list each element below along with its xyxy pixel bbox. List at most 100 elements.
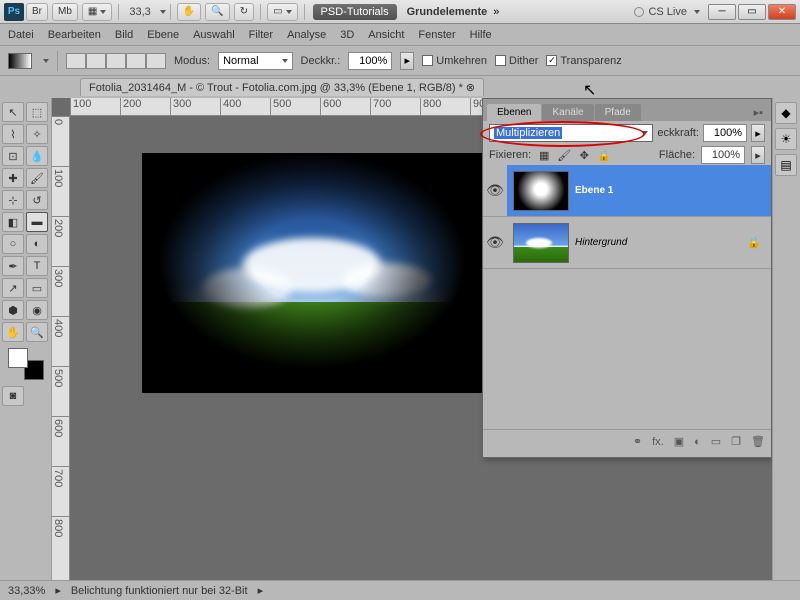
canvas-image[interactable] — [142, 153, 482, 393]
deckkraft-flyout[interactable]: ▸ — [751, 124, 765, 142]
blur-tool[interactable]: ○ — [2, 234, 24, 254]
3d-tool[interactable]: ⬢ — [2, 300, 24, 320]
zoom-tool-icon[interactable]: 🔍 — [205, 3, 229, 21]
gradient-preview[interactable] — [8, 53, 32, 69]
quickmask-button[interactable]: ◙ — [2, 386, 24, 406]
psd-tutorials-label[interactable]: PSD-Tutorials — [313, 4, 397, 20]
fx-icon[interactable]: fx. — [652, 436, 664, 448]
tab-ebenen[interactable]: Ebenen — [487, 104, 541, 121]
zoom-level[interactable]: 33,3 — [129, 6, 150, 18]
transparenz-checkbox[interactable]: ✓Transparenz — [546, 55, 621, 67]
move-tool[interactable]: ↖ — [2, 102, 24, 122]
new-layer-icon[interactable]: ❐ — [731, 435, 741, 448]
layer-thumbnail[interactable] — [513, 223, 569, 263]
menu-ansicht[interactable]: Ansicht — [368, 29, 404, 41]
layer-row[interactable]: 👁 Ebene 1 — [483, 165, 771, 217]
heal-tool[interactable]: ✚ — [2, 168, 24, 188]
brush-tool[interactable]: 🖌 — [26, 168, 48, 188]
dock-layers-icon[interactable]: ▤ — [775, 154, 797, 176]
eyedropper-tool[interactable]: 💧 — [26, 146, 48, 166]
mask-icon[interactable]: ▣ — [674, 435, 684, 448]
close-tab-icon[interactable]: ⊗ — [466, 82, 475, 94]
modus-dropdown[interactable]: Normal — [218, 52, 292, 70]
wand-tool[interactable]: ✧ — [26, 124, 48, 144]
layer-row[interactable]: 👁 Hintergrund 🔒 — [483, 217, 771, 269]
lasso-tool[interactable]: ⌇ — [2, 124, 24, 144]
flaeche-input[interactable]: 100% — [701, 146, 745, 164]
menu-auswahl[interactable]: Auswahl — [193, 29, 235, 41]
layer-name[interactable]: Hintergrund — [575, 237, 747, 248]
pen-tool[interactable]: ✒ — [2, 256, 24, 276]
menu-fenster[interactable]: Fenster — [418, 29, 455, 41]
menu-bild[interactable]: Bild — [115, 29, 133, 41]
tab-kanaele[interactable]: Kanäle — [542, 104, 593, 121]
history-brush-tool[interactable]: ↺ — [26, 190, 48, 210]
trash-icon[interactable]: 🗑 — [751, 435, 765, 448]
workspace-name[interactable]: Grundelemente — [407, 6, 488, 18]
cs-live[interactable]: CS Live — [634, 6, 700, 18]
adjustment-icon[interactable]: ◐ — [694, 436, 701, 448]
status-message: Belichtung funktioniert nur bei 32-Bit — [71, 585, 248, 597]
dock-adjust-icon[interactable]: ☀ — [775, 128, 797, 150]
color-swatches[interactable] — [6, 346, 46, 382]
lock-transparency-icon[interactable]: ▦ — [537, 148, 551, 162]
umkehren-checkbox[interactable]: Umkehren — [422, 55, 487, 67]
document-tab[interactable]: Fotolia_2031464_M - © Trout - Fotolia.co… — [80, 78, 484, 96]
menu-hilfe[interactable]: Hilfe — [470, 29, 492, 41]
visibility-icon[interactable]: 👁 — [483, 165, 507, 216]
chevron-right-icon[interactable]: » — [493, 6, 499, 18]
type-tool[interactable]: T — [26, 256, 48, 276]
marquee-tool[interactable]: ⬚ — [26, 102, 48, 122]
stamp-tool[interactable]: ⊹ — [2, 190, 24, 210]
panel-menu-icon[interactable]: ▸▪ — [750, 104, 767, 121]
group-icon[interactable]: ▭ — [711, 435, 721, 448]
menu-datei[interactable]: Datei — [8, 29, 34, 41]
gradient-type-buttons[interactable] — [66, 53, 166, 69]
dodge-tool[interactable]: ◐ — [26, 234, 48, 254]
menu-ebene[interactable]: Ebene — [147, 29, 179, 41]
dock-swatches-icon[interactable]: ◆ — [775, 102, 797, 124]
zoom-tool[interactable]: 🔍 — [26, 322, 48, 342]
dither-checkbox[interactable]: Dither — [495, 55, 538, 67]
canvas-area[interactable]: 100200300400500600700800900100011001200 … — [52, 98, 772, 600]
bridge-button[interactable]: Br — [26, 3, 48, 21]
titlebar: Ps Br Mb ▦ 33,3 ✋ 🔍 ↻ ▭ PSD-Tutorials Gr… — [0, 0, 800, 24]
menu-3d[interactable]: 3D — [340, 29, 354, 41]
minimize-button[interactable]: ─ — [708, 4, 736, 20]
crop-tool[interactable]: ⊡ — [2, 146, 24, 166]
lock-all-icon[interactable]: 🔒 — [597, 148, 611, 162]
blend-mode-dropdown[interactable]: Multiplizieren — [489, 124, 653, 142]
layer-list: 👁 Ebene 1 👁 Hintergrund 🔒 — [483, 165, 771, 269]
menu-bearbeiten[interactable]: Bearbeiten — [48, 29, 101, 41]
3d-cam-tool[interactable]: ◉ — [26, 300, 48, 320]
maximize-button[interactable]: ▭ — [738, 4, 766, 20]
minibridge-button[interactable]: Mb — [52, 3, 78, 21]
layer-thumbnail[interactable] — [513, 171, 569, 211]
layout-button[interactable]: ▦ — [82, 3, 112, 21]
hand-tool[interactable]: ✋ — [2, 322, 24, 342]
deckkr-flyout[interactable]: ▸ — [400, 52, 414, 70]
status-bar: 33,33% ▸ Belichtung funktioniert nur bei… — [0, 580, 800, 600]
rotate-icon[interactable]: ↻ — [234, 3, 254, 21]
lock-move-icon[interactable]: ✥ — [577, 148, 591, 162]
gradient-tool[interactable]: ▬ — [26, 212, 48, 232]
tab-pfade[interactable]: Pfade — [595, 104, 641, 121]
menu-analyse[interactable]: Analyse — [287, 29, 326, 41]
close-button[interactable]: ✕ — [768, 4, 796, 20]
lock-icon: 🔒 — [747, 236, 761, 249]
link-icon[interactable]: ⚭ — [633, 435, 642, 448]
shape-tool[interactable]: ▭ — [26, 278, 48, 298]
visibility-icon[interactable]: 👁 — [483, 234, 507, 251]
path-tool[interactable]: ↗ — [2, 278, 24, 298]
layer-name[interactable]: Ebene 1 — [575, 185, 771, 196]
status-zoom[interactable]: 33,33% — [8, 585, 45, 597]
lock-paint-icon[interactable]: 🖌 — [557, 148, 571, 162]
deckkraft-input[interactable]: 100% — [703, 124, 747, 142]
app-logo[interactable]: Ps — [4, 3, 24, 21]
menu-filter[interactable]: Filter — [249, 29, 273, 41]
flaeche-flyout[interactable]: ▸ — [751, 146, 765, 164]
hand-tool-icon[interactable]: ✋ — [177, 3, 201, 21]
eraser-tool[interactable]: ◧ — [2, 212, 24, 232]
deckkr-input[interactable]: 100% — [348, 52, 392, 70]
screen-mode-button[interactable]: ▭ — [267, 3, 297, 21]
